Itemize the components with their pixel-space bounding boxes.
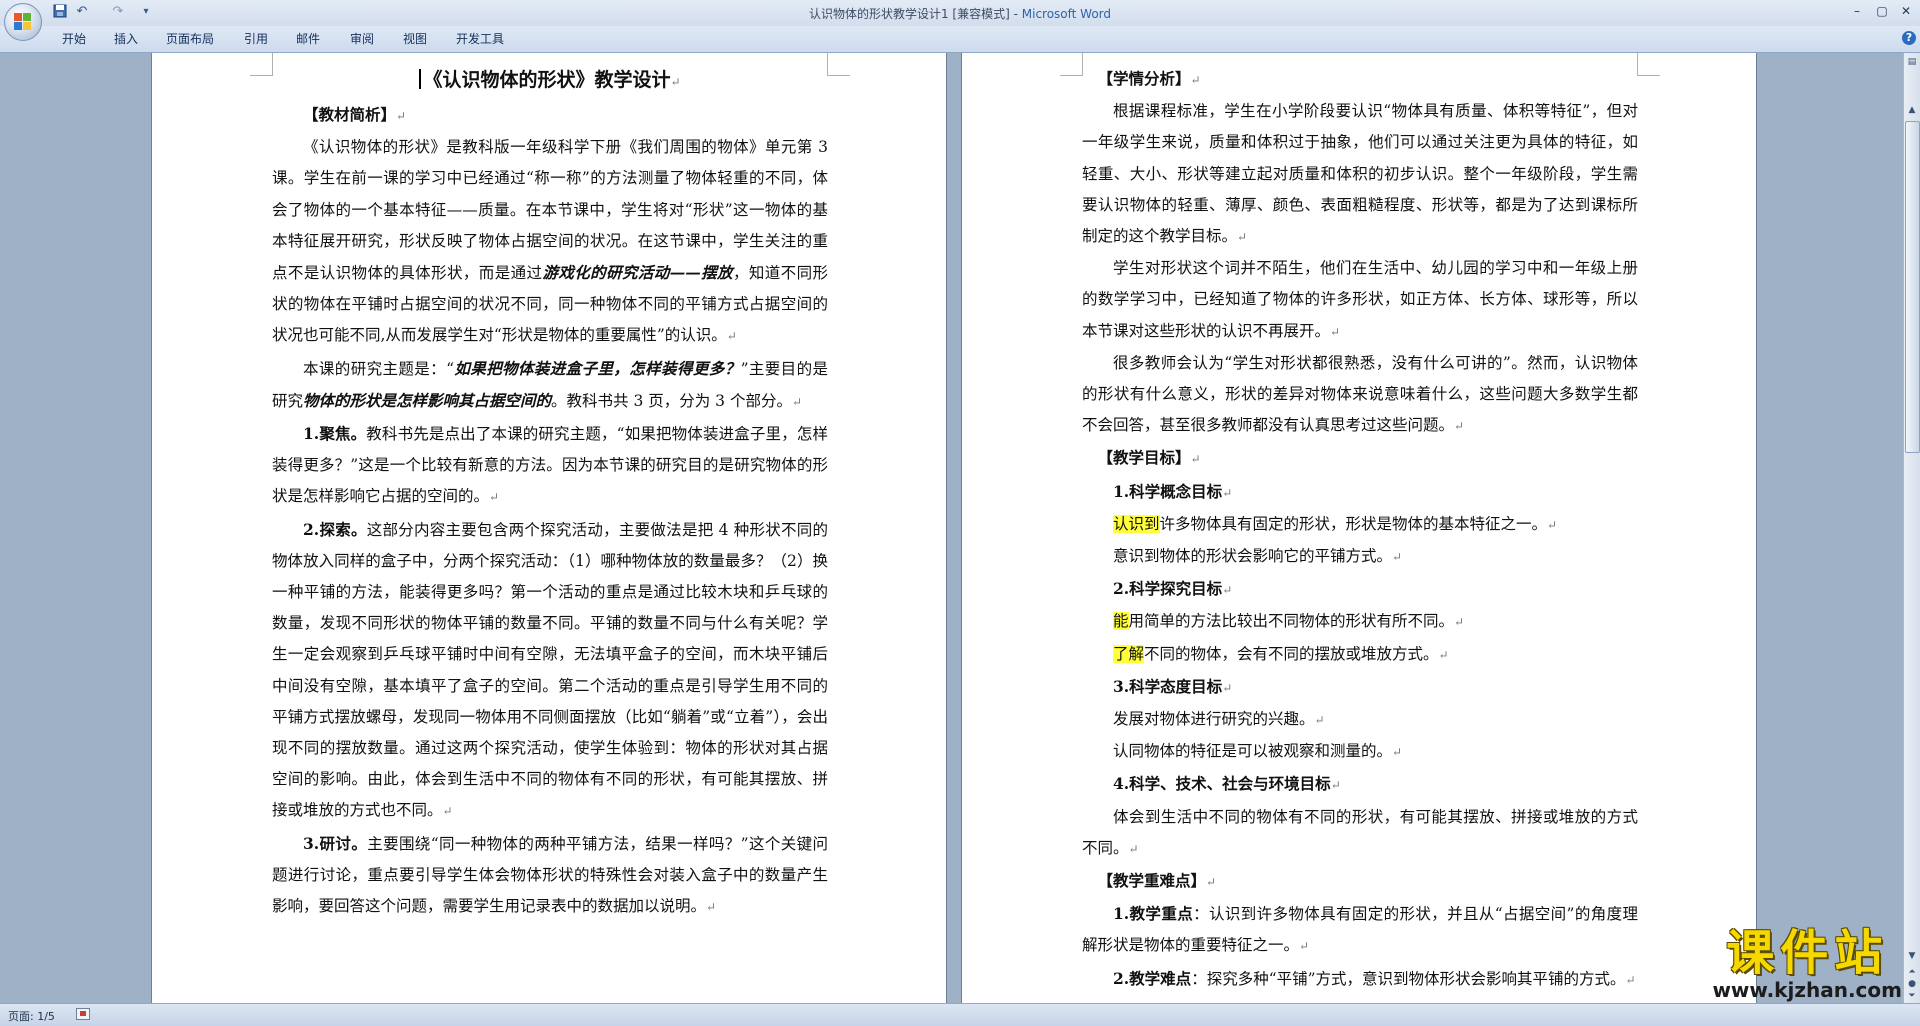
goal-item: 认识到许多物体具有固定的形状，形状是物体的基本特征之一。↵ xyxy=(1113,514,1558,533)
text-cursor xyxy=(419,69,422,89)
subheading: 1.科学概念目标↵ xyxy=(1113,481,1233,501)
tab-view[interactable]: 视图 xyxy=(403,30,427,47)
highlighted-text: 了解 xyxy=(1113,644,1145,663)
page-2-text[interactable]: 【学情分析】↵ 根据课程标准，学生在小学阶段要认识“物体具有质量、体积等特征”，… xyxy=(1082,63,1638,996)
office-logo-icon xyxy=(14,13,32,31)
next-page-icon[interactable]: ⏷ xyxy=(1905,989,1919,1003)
heading-key-points: 【教学重难点】↵ xyxy=(1097,871,1217,891)
page-2[interactable]: 【学情分析】↵ 根据课程标准，学生在小学阶段要认识“物体具有质量、体积等特征”，… xyxy=(962,53,1756,1003)
minimize-button[interactable]: – xyxy=(1846,2,1868,20)
margin-corner-mark xyxy=(1637,53,1660,76)
tab-developer[interactable]: 开发工具 xyxy=(456,30,504,47)
scroll-thumb[interactable] xyxy=(1905,121,1920,453)
document-area[interactable]: 《认识物体的形状》教学设计↵ 【教材简析】↵ 《认识物体的形状》是教科版一年级科… xyxy=(0,53,1904,1003)
title-bar: ↶ ↷ ▾ 认识物体的形状教学设计1 [兼容模式] - Microsoft Wo… xyxy=(0,0,1920,26)
help-icon[interactable]: ? xyxy=(1902,31,1916,45)
paragraph: 很多教师会认为“学生对形状都很熟悉，没有什么可讲的”。然而，认识物体的形状有什么… xyxy=(1082,353,1638,435)
status-bar: 页面: 1/5 xyxy=(0,1003,1920,1026)
page-1[interactable]: 《认识物体的形状》教学设计↵ 【教材简析】↵ 《认识物体的形状》是教科版一年级科… xyxy=(152,53,946,1003)
proofing-icon[interactable] xyxy=(76,1008,90,1020)
highlighted-text: 认识到 xyxy=(1113,514,1160,533)
document-name: 认识物体的形状教学设计1 [兼容模式] - xyxy=(808,7,1022,21)
heading-textbook-analysis: 【教材简析】↵ xyxy=(303,105,407,124)
goal-item: 认同物体的特征是可以被观察和测量的。↵ xyxy=(1113,742,1403,761)
paragraph: 3.研讨。主要围绕“同一种物体的两种平铺方法，结果一样吗？”这个关键问题进行讨论… xyxy=(272,833,828,916)
restore-button[interactable]: ▢ xyxy=(1871,2,1893,20)
goal-item: 发展对物体进行研究的兴趣。↵ xyxy=(1113,710,1325,729)
watermark-logo: 课件站 www.kjzhan.com xyxy=(1712,927,1902,1001)
margin-corner-mark xyxy=(1060,53,1083,76)
watermark-url: www.kjzhan.com xyxy=(1712,978,1902,1002)
tab-home[interactable]: 开始 xyxy=(62,30,86,47)
office-button[interactable] xyxy=(4,3,42,41)
paragraph: 2.教学难点：探究多种“平铺”方式，意识到物体形状会影响其平铺的方式。↵ xyxy=(1113,968,1636,988)
subheading: 2.科学探究目标↵ xyxy=(1113,579,1233,599)
paragraph: 本课的研究主题是：“如果把物体装进盒子里，怎样装得更多？”主要目的是研究物体的形… xyxy=(272,358,828,410)
heading-teaching-goals: 【教学目标】↵ xyxy=(1097,448,1201,468)
goal-item: 体会到生活中不同的物体有不同的形状，有可能其摆放、拼接或堆放的方式不同。↵ xyxy=(1082,807,1638,857)
margin-corner-mark xyxy=(827,53,850,76)
goal-item: 了解不同的物体，会有不同的摆放或堆放方式。↵ xyxy=(1113,644,1449,663)
paragraph: 1.聚焦。教科书先是点出了本课的研究主题，“如果把物体装进盒子里，怎样装得更多？… xyxy=(272,424,828,506)
goal-item: 能用简单的方法比较出不同物体的形状有所不同。↵ xyxy=(1113,612,1465,631)
tab-references[interactable]: 引用 xyxy=(244,30,268,47)
vertical-scrollbar[interactable]: ▤ ▲ ▼ ⏶ ● ⏷ xyxy=(1903,53,1920,1003)
paragraph: 2.探索。这部分内容主要包含两个探究活动，主要做法是把 4 种形状不同的物体放入… xyxy=(272,519,829,820)
tab-mailings[interactable]: 邮件 xyxy=(296,30,320,47)
page-counter[interactable]: 页面: 1/5 xyxy=(8,1008,55,1024)
margin-corner-mark xyxy=(250,53,273,76)
app-name: Microsoft Word xyxy=(1021,7,1112,21)
paragraph: 《认识物体的形状》是教科版一年级科学下册《我们周围的物体》单元第 3 课。学生在… xyxy=(272,138,828,345)
document-title: 《认识物体的形状》教学设计↵ xyxy=(272,63,828,99)
paragraph: 学生对形状这个词并不陌生，他们在生活中、幼儿园的学习中和一年级上册的数学学习中，… xyxy=(1082,259,1638,340)
watermark-title: 课件站 xyxy=(1726,925,1889,981)
goal-item: 意识到物体的形状会影响它的平铺方式。↵ xyxy=(1113,547,1403,566)
close-button[interactable]: ✕ xyxy=(1895,2,1917,20)
subheading: 3.科学态度目标↵ xyxy=(1113,676,1233,696)
paragraph: 1.教学重点：认识到许多物体具有固定的形状，并且从“占据空间”的角度理解形状是物… xyxy=(1082,904,1638,955)
ribbon-tab-bar: 开始 插入 页面布局 引用 邮件 审阅 视图 开发工具 ? xyxy=(0,26,1920,53)
scroll-up-icon[interactable]: ▲ xyxy=(1905,103,1919,117)
tab-page-layout[interactable]: 页面布局 xyxy=(166,30,214,47)
heading-student-analysis: 【学情分析】↵ xyxy=(1097,69,1201,88)
subheading: 4.科学、技术、社会与环境目标↵ xyxy=(1113,774,1341,794)
highlighted-text: 能 xyxy=(1113,612,1129,631)
paragraph: 根据课程标准，学生在小学阶段要认识“物体具有质量、体积等特征”，但对一年级学生来… xyxy=(1082,102,1638,246)
ruler-toggle-icon[interactable]: ▤ xyxy=(1905,55,1919,69)
tab-insert[interactable]: 插入 xyxy=(114,30,138,47)
page-1-text[interactable]: 《认识物体的形状》教学设计↵ 【教材简析】↵ 《认识物体的形状》是教科版一年级科… xyxy=(272,63,828,923)
window-title: 认识物体的形状教学设计1 [兼容模式] - Microsoft Word xyxy=(0,5,1920,22)
scroll-down-icon[interactable]: ▼ xyxy=(1905,949,1919,963)
tab-review[interactable]: 审阅 xyxy=(350,30,374,47)
